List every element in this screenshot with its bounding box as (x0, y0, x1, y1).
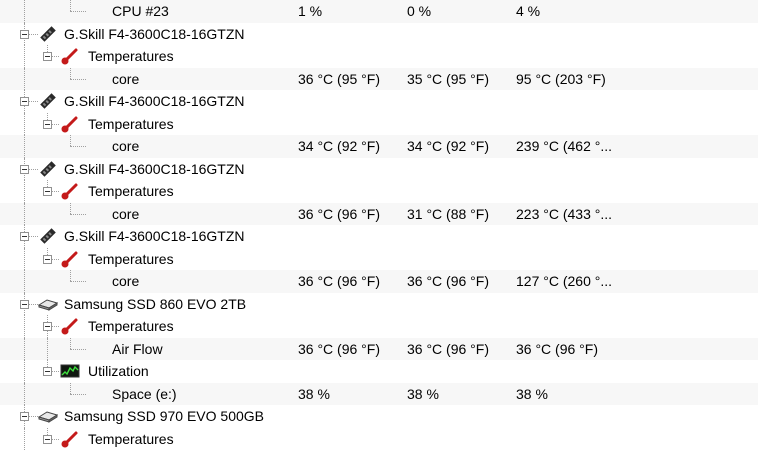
tree-row-leaf[interactable]: Air Flow 36 °C (96 °F) 36 °C (96 °F) 36 … (0, 338, 758, 361)
max-value: 239 °C (462 °... (516, 135, 612, 158)
tree-row-device[interactable]: Samsung SSD 970 EVO 500GB (0, 405, 758, 428)
current-value: 36 °C (96 °F) (298, 338, 380, 361)
group-name: Temperatures (88, 315, 174, 338)
tree-row-leaf[interactable]: CPU #23 1 % 0 % 4 % (0, 0, 758, 23)
hard-drive-icon (38, 295, 58, 313)
device-name: G.Skill F4-3600C18-16GTZN (64, 225, 245, 248)
thermometer-icon (60, 47, 80, 65)
thermometer-icon (60, 317, 80, 335)
collapse-toggle[interactable] (20, 412, 29, 421)
tree-row-leaf[interactable]: Space (e:) 38 % 38 % 38 % (0, 383, 758, 406)
thermometer-icon (60, 430, 80, 448)
sensor-name: Air Flow (112, 338, 163, 361)
device-name: G.Skill F4-3600C18-16GTZN (64, 23, 245, 46)
thermometer-icon (60, 250, 80, 268)
device-name: Samsung SSD 860 EVO 2TB (64, 293, 246, 316)
current-value: 36 °C (95 °F) (298, 68, 380, 91)
min-value: 36 °C (96 °F) (407, 338, 489, 361)
collapse-toggle[interactable] (43, 322, 52, 331)
thermometer-icon (60, 115, 80, 133)
collapse-toggle[interactable] (20, 30, 29, 39)
tree-row-group[interactable]: Temperatures (0, 428, 758, 450)
min-value: 34 °C (92 °F) (407, 135, 489, 158)
sensor-name: core (112, 68, 139, 91)
min-value: 31 °C (88 °F) (407, 203, 489, 226)
max-value: 38 % (516, 383, 548, 406)
current-value: 38 % (298, 383, 330, 406)
group-name: Temperatures (88, 180, 174, 203)
collapse-toggle[interactable] (43, 120, 52, 129)
tree-row-group[interactable]: Temperatures (0, 113, 758, 136)
device-name: Samsung SSD 970 EVO 500GB (64, 405, 264, 428)
min-value: 0 % (407, 0, 431, 23)
min-value: 35 °C (95 °F) (407, 68, 489, 91)
memory-stick-icon (38, 25, 58, 43)
tree-row-leaf[interactable]: core 34 °C (92 °F) 34 °C (92 °F) 239 °C … (0, 135, 758, 158)
memory-stick-icon (38, 227, 58, 245)
min-value: 36 °C (96 °F) (407, 270, 489, 293)
tree-row-device[interactable]: G.Skill F4-3600C18-16GTZN (0, 225, 758, 248)
max-value: 4 % (516, 0, 540, 23)
min-value: 38 % (407, 383, 439, 406)
sensor-name: core (112, 135, 139, 158)
tree-row-device[interactable]: Samsung SSD 860 EVO 2TB (0, 293, 758, 316)
sensor-name: Space (e:) (112, 383, 177, 406)
group-name: Temperatures (88, 45, 174, 68)
tree-row-device[interactable]: G.Skill F4-3600C18-16GTZN (0, 158, 758, 181)
tree-row-group[interactable]: Utilization (0, 360, 758, 383)
tree-row-group[interactable]: Temperatures (0, 315, 758, 338)
thermometer-icon (60, 182, 80, 200)
sensor-tree: CPU #23 1 % 0 % 4 % G.Skill F4-3600C18-1… (0, 0, 758, 435)
tree-row-leaf[interactable]: core 36 °C (95 °F) 35 °C (95 °F) 95 °C (… (0, 68, 758, 91)
collapse-toggle[interactable] (43, 255, 52, 264)
max-value: 127 °C (260 °... (516, 270, 612, 293)
max-value: 95 °C (203 °F) (516, 68, 606, 91)
memory-stick-icon (38, 160, 58, 178)
utilization-graph-icon (60, 362, 80, 380)
collapse-toggle[interactable] (43, 435, 52, 444)
sensor-name: core (112, 270, 139, 293)
collapse-toggle[interactable] (20, 300, 29, 309)
max-value: 36 °C (96 °F) (516, 338, 598, 361)
group-name: Utilization (88, 360, 149, 383)
tree-row-group[interactable]: Temperatures (0, 248, 758, 271)
tree-row-leaf[interactable]: core 36 °C (96 °F) 31 °C (88 °F) 223 °C … (0, 203, 758, 226)
group-name: Temperatures (88, 248, 174, 271)
collapse-toggle[interactable] (43, 187, 52, 196)
collapse-toggle[interactable] (20, 97, 29, 106)
tree-row-group[interactable]: Temperatures (0, 180, 758, 203)
collapse-toggle[interactable] (43, 52, 52, 61)
hard-drive-icon (38, 407, 58, 425)
collapse-toggle[interactable] (20, 165, 29, 174)
tree-row-leaf[interactable]: core 36 °C (96 °F) 36 °C (96 °F) 127 °C … (0, 270, 758, 293)
current-value: 1 % (298, 0, 322, 23)
device-name: G.Skill F4-3600C18-16GTZN (64, 90, 245, 113)
collapse-toggle[interactable] (20, 232, 29, 241)
tree-row-device[interactable]: G.Skill F4-3600C18-16GTZN (0, 90, 758, 113)
memory-stick-icon (38, 92, 58, 110)
group-name: Temperatures (88, 428, 174, 450)
tree-row-group[interactable]: Temperatures (0, 45, 758, 68)
current-value: 36 °C (96 °F) (298, 203, 380, 226)
max-value: 223 °C (433 °... (516, 203, 612, 226)
sensor-name: CPU #23 (112, 0, 169, 23)
sensor-name: core (112, 203, 139, 226)
device-name: G.Skill F4-3600C18-16GTZN (64, 158, 245, 181)
collapse-toggle[interactable] (43, 367, 52, 376)
tree-row-device[interactable]: G.Skill F4-3600C18-16GTZN (0, 23, 758, 46)
current-value: 34 °C (92 °F) (298, 135, 380, 158)
group-name: Temperatures (88, 113, 174, 136)
current-value: 36 °C (96 °F) (298, 270, 380, 293)
